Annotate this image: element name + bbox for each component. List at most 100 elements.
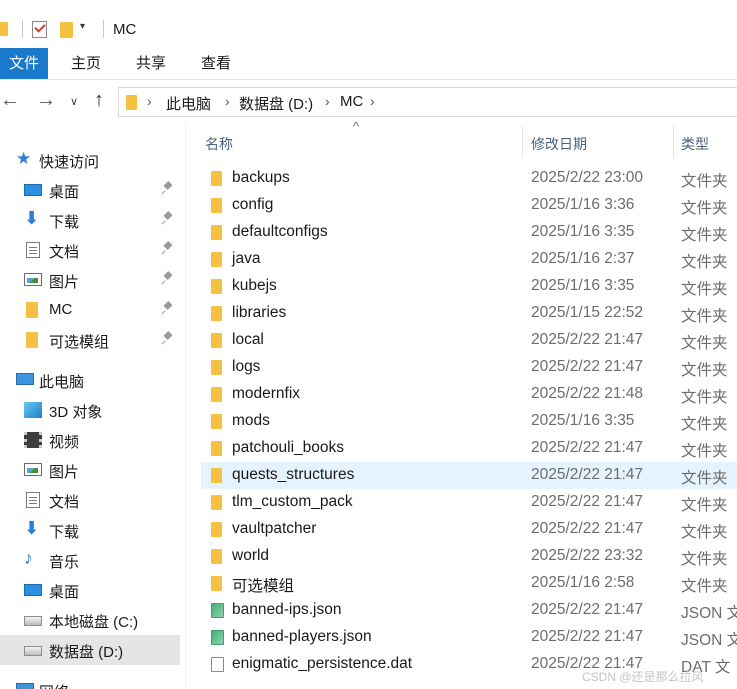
file-row[interactable]: world 2025/2/22 23:32 文件夹 xyxy=(201,543,737,570)
sidebar-item-optional-mods[interactable]: 可选模组 xyxy=(0,325,180,355)
pin-icon[interactable] xyxy=(162,182,174,196)
file-name: backups xyxy=(232,169,290,186)
file-row[interactable]: config 2025/1/16 3:36 文件夹 xyxy=(201,192,737,219)
file-row[interactable]: java 2025/1/16 2:37 文件夹 xyxy=(201,246,737,273)
file-name: modernfix xyxy=(232,385,301,402)
folder-icon xyxy=(211,306,222,321)
file-row[interactable]: vaultpatcher 2025/2/22 21:47 文件夹 xyxy=(201,516,737,543)
file-modified-date: 2025/2/22 21:47 xyxy=(531,358,644,375)
pin-icon[interactable] xyxy=(162,212,174,226)
sidebar-item-desktop[interactable]: 桌面 xyxy=(0,575,180,605)
file-modified-date: 2025/1/16 3:35 xyxy=(531,277,635,294)
file-modified-date: 2025/1/16 2:37 xyxy=(531,250,635,267)
address-bar[interactable]: › 此电脑 › 数据盘 (D:) › MC › xyxy=(118,87,737,117)
sidebar-item-music[interactable]: ♪ 音乐 xyxy=(0,545,180,575)
sidebar-item-downloads[interactable]: ⬇ 下载 xyxy=(0,515,180,545)
sidebar-item-local-disk-c[interactable]: 本地磁盘 (C:) xyxy=(0,605,180,635)
sidebar-item-desktop-pinned[interactable]: 桌面 xyxy=(0,175,180,205)
file-modified-date: 2025/1/16 3:35 xyxy=(531,223,635,240)
file-row[interactable]: libraries 2025/1/15 22:52 文件夹 xyxy=(201,300,737,327)
file-row[interactable]: quests_structures 2025/2/22 21:47 文件夹 xyxy=(201,462,737,489)
file-icon xyxy=(211,657,224,672)
chevron-right-icon[interactable]: › xyxy=(325,93,330,109)
drive-icon xyxy=(24,646,42,656)
download-icon: ⬇ xyxy=(24,208,40,228)
customize-toolbar-dropdown[interactable]: ▾ xyxy=(80,21,85,32)
file-type: 文件夹 xyxy=(681,362,728,379)
sidebar-item-videos[interactable]: 视频 xyxy=(0,425,180,455)
sidebar-item-label: 文档 xyxy=(49,494,80,511)
forward-button[interactable]: → xyxy=(36,89,56,112)
tab-view[interactable]: 查看 xyxy=(186,48,246,79)
file-name: world xyxy=(232,547,270,564)
file-row[interactable]: banned-ips.json 2025/2/22 21:47 JSON 文 xyxy=(201,597,737,624)
column-divider[interactable] xyxy=(673,126,674,158)
file-modified-date: 2025/1/16 3:35 xyxy=(531,412,635,429)
sidebar-item-label: 桌面 xyxy=(49,584,80,601)
sidebar-item-data-drive-d[interactable]: 数据盘 (D:) xyxy=(0,635,180,665)
file-type: 文件夹 xyxy=(681,524,728,541)
sidebar-item-pictures-pinned[interactable]: 图片 xyxy=(0,265,180,295)
file-row[interactable]: local 2025/2/22 21:47 文件夹 xyxy=(201,327,737,354)
column-header-type[interactable]: 类型 xyxy=(681,134,709,154)
file-name: java xyxy=(232,250,261,267)
sidebar-item-pictures[interactable]: 图片 xyxy=(0,455,180,485)
file-type: 文件夹 xyxy=(681,497,728,514)
sidebar-item-documents-pinned[interactable]: 文档 xyxy=(0,235,180,265)
folder-icon xyxy=(211,441,222,456)
sidebar-item-documents[interactable]: 文档 xyxy=(0,485,180,515)
folder-icon xyxy=(211,225,222,240)
sidebar-item-this-pc[interactable]: 此电脑 xyxy=(0,365,180,395)
chevron-right-icon[interactable]: › xyxy=(370,93,375,109)
up-button[interactable]: ↑ xyxy=(94,89,104,112)
pin-icon[interactable] xyxy=(162,332,174,346)
desktop-icon xyxy=(24,184,42,196)
pin-icon[interactable] xyxy=(162,272,174,286)
pin-icon[interactable] xyxy=(162,242,174,256)
sidebar-item-network[interactable]: 网络 xyxy=(0,675,180,689)
file-modified-date: 2025/2/22 23:32 xyxy=(531,547,644,564)
file-row[interactable]: patchouli_books 2025/2/22 21:47 文件夹 xyxy=(201,435,737,462)
file-row[interactable]: 可选模组 2025/1/16 2:58 文件夹 xyxy=(201,570,737,597)
file-type: 文件夹 xyxy=(681,254,728,271)
back-button[interactable]: ← xyxy=(0,89,20,112)
breadcrumb-data-drive[interactable]: 数据盘 (D:) xyxy=(239,93,313,114)
file-modified-date: 2025/2/22 23:00 xyxy=(531,169,644,186)
picture-icon xyxy=(24,273,42,286)
column-header-name[interactable]: 名称 xyxy=(205,134,233,154)
new-folder-button[interactable] xyxy=(60,22,73,38)
file-row[interactable]: tlm_custom_pack 2025/2/22 21:47 文件夹 xyxy=(201,489,737,516)
sidebar-item-mc[interactable]: MC xyxy=(0,295,180,325)
folder-icon xyxy=(211,171,222,186)
sidebar-item-3d-objects[interactable]: 3D 对象 xyxy=(0,395,180,425)
sidebar-item-quick-access[interactable]: ★ 快速访问 xyxy=(0,145,180,175)
file-row[interactable]: kubejs 2025/1/16 3:35 文件夹 xyxy=(201,273,737,300)
tab-file[interactable]: 文件 xyxy=(0,48,48,79)
breadcrumb-this-pc[interactable]: 此电脑 xyxy=(166,93,211,114)
sidebar-item-label: 数据盘 (D:) xyxy=(49,644,124,661)
file-row[interactable]: logs 2025/2/22 21:47 文件夹 xyxy=(201,354,737,381)
drive-icon xyxy=(24,616,42,626)
properties-button[interactable] xyxy=(32,21,47,38)
3d-objects-icon xyxy=(24,402,42,418)
tab-home[interactable]: 主页 xyxy=(56,48,116,79)
file-row[interactable]: modernfix 2025/2/22 21:48 文件夹 xyxy=(201,381,737,408)
file-type: JSON 文 xyxy=(681,632,737,649)
file-row[interactable]: banned-players.json 2025/2/22 21:47 JSON 文 xyxy=(201,624,737,651)
chevron-right-icon[interactable]: › xyxy=(147,93,152,109)
pin-icon[interactable] xyxy=(162,302,174,316)
file-row[interactable]: defaultconfigs 2025/1/16 3:35 文件夹 xyxy=(201,219,737,246)
recent-locations-button[interactable]: ∨ xyxy=(70,95,78,108)
column-header-modified[interactable]: 修改日期 xyxy=(531,134,587,154)
file-row[interactable]: backups 2025/2/22 23:00 文件夹 xyxy=(201,165,737,192)
breadcrumb-mc[interactable]: MC xyxy=(340,93,363,110)
file-name: enigmatic_persistence.dat xyxy=(232,655,413,672)
star-icon: ★ xyxy=(16,149,32,168)
chevron-right-icon[interactable]: › xyxy=(225,93,230,109)
column-divider[interactable] xyxy=(522,126,523,158)
file-type: 文件夹 xyxy=(681,443,728,460)
file-row[interactable]: mods 2025/1/16 3:35 文件夹 xyxy=(201,408,737,435)
sidebar-item-downloads-pinned[interactable]: ⬇ 下载 xyxy=(0,205,180,235)
file-name: 可选模组 xyxy=(232,578,295,595)
tab-share[interactable]: 共享 xyxy=(121,48,181,79)
